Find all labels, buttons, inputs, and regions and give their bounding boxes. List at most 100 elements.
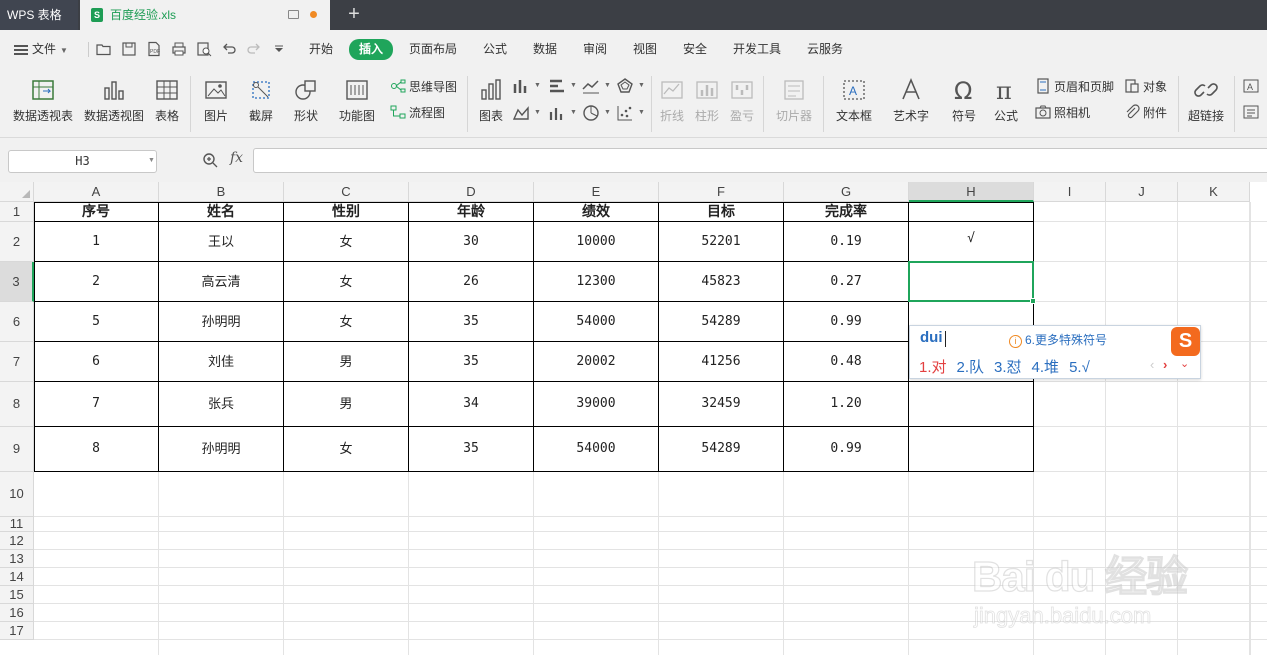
wordart-button[interactable]: 艺术字 [885, 76, 937, 126]
slicer-button[interactable]: 切片器 [772, 76, 816, 126]
active-cell-selection[interactable] [908, 261, 1034, 302]
table-cell[interactable]: 男 [284, 382, 409, 427]
row-header[interactable]: 1 [0, 202, 34, 222]
window-mode-icon[interactable] [288, 10, 299, 19]
menu-start[interactable]: 开始 [309, 30, 333, 68]
row-header[interactable]: 6 [0, 302, 34, 342]
column-header[interactable]: J [1106, 182, 1178, 202]
table-cell[interactable]: 男 [284, 342, 409, 382]
row-header[interactable]: 10 [0, 472, 34, 517]
column-header[interactable]: B [159, 182, 284, 202]
column-title-cell[interactable]: 年龄 [409, 202, 534, 222]
textbox-button[interactable]: A 文本框 [830, 76, 878, 126]
table-cell[interactable]: 12300 [534, 262, 659, 302]
table-cell[interactable]: 35 [409, 427, 534, 472]
table-cell[interactable]: 26 [409, 262, 534, 302]
menu-page-layout[interactable]: 页面布局 [409, 30, 457, 68]
row-header[interactable]: 9 [0, 427, 34, 472]
table-cell[interactable]: 6 [34, 342, 159, 382]
column-title-cell[interactable]: 完成率 [784, 202, 909, 222]
column-title-cell[interactable]: 目标 [659, 202, 784, 222]
table-cell[interactable]: 7 [34, 382, 159, 427]
spreadsheet-grid[interactable]: A B C D E F G H I J K 1 2 3 6 7 8 9 10 11 12 13 14 15 16 17 序号 姓名 性别… [0, 182, 1267, 655]
column-title-cell[interactable]: 性别 [284, 202, 409, 222]
line-chart-dropdown[interactable]: ▼ [582, 77, 618, 99]
table-cell[interactable]: 0.48 [784, 342, 909, 382]
menu-formulas[interactable]: 公式 [483, 30, 507, 68]
function-icon[interactable]: fx [230, 150, 243, 166]
print-preview-icon[interactable] [196, 41, 212, 57]
attachment-button[interactable]: 附件 [1124, 102, 1167, 124]
row-header[interactable]: 13 [0, 550, 34, 568]
pie-chart-dropdown[interactable]: ▼ [582, 104, 618, 126]
screenshot-button[interactable]: 截屏 [243, 76, 279, 126]
ime-candidate[interactable]: 1.对 [919, 356, 947, 377]
symbol-button[interactable]: Ω 符号 [944, 76, 984, 126]
ime-candidate[interactable]: 4.堆 [1032, 356, 1060, 377]
formula-button[interactable]: π 公式 [990, 76, 1022, 126]
column-header[interactable]: C [284, 182, 409, 202]
select-all-corner[interactable] [0, 182, 34, 202]
row-header[interactable]: 12 [0, 532, 34, 550]
list-small-icon[interactable] [1243, 102, 1262, 124]
column-header[interactable]: H [909, 182, 1034, 202]
sparkline-winloss-button[interactable]: 盈亏 [727, 76, 757, 126]
column-header[interactable]: A [34, 182, 159, 202]
table-cell[interactable]: 王以 [159, 222, 284, 262]
table-cell[interactable]: 34 [409, 382, 534, 427]
save-icon[interactable] [121, 41, 137, 57]
zoom-icon[interactable] [202, 152, 218, 168]
customize-toolbar-icon[interactable] [271, 41, 287, 57]
column-chart-dropdown[interactable]: ▼ [512, 77, 548, 99]
table-cell[interactable]: 54000 [534, 427, 659, 472]
table-cell[interactable]: 5 [34, 302, 159, 342]
textbox-small-icon[interactable]: A [1243, 76, 1262, 98]
pivot-table-button[interactable]: 数据透视表 [12, 76, 74, 126]
ime-candidate[interactable]: 5.√ [1069, 359, 1090, 376]
mind-map-button[interactable]: 思维导图 [390, 76, 457, 98]
table-cell[interactable]: 54000 [534, 302, 659, 342]
chevron-left-icon[interactable]: ‹ [1150, 357, 1154, 372]
app-tab[interactable]: WPS 表格 [0, 0, 78, 30]
table-cell[interactable]: 女 [284, 262, 409, 302]
ime-candidate[interactable]: 2.队 [957, 356, 985, 377]
table-cell[interactable]: 0.27 [784, 262, 909, 302]
picture-button[interactable]: 图片 [198, 76, 234, 126]
camera-button[interactable]: 照相机 [1035, 102, 1090, 124]
file-menu[interactable]: 文件 ▼ [14, 30, 68, 68]
chevron-right-icon[interactable]: › [1163, 357, 1167, 372]
chevron-down-icon[interactable]: ⌄ [1180, 357, 1189, 370]
redo-icon[interactable] [246, 41, 262, 57]
export-pdf-icon[interactable]: PDF [146, 41, 162, 57]
bar-chart-dropdown[interactable]: ▼ [548, 77, 584, 99]
flowchart-button[interactable]: 流程图 [390, 102, 445, 124]
column-header[interactable]: K [1178, 182, 1250, 202]
table-cell[interactable]: 女 [284, 222, 409, 262]
open-folder-icon[interactable] [96, 41, 112, 57]
menu-data[interactable]: 数据 [533, 30, 557, 68]
table-cell[interactable]: 10000 [534, 222, 659, 262]
area-chart-dropdown[interactable]: ▼ [512, 104, 548, 126]
row-header[interactable]: 7 [0, 342, 34, 382]
table-cell[interactable]: 39000 [534, 382, 659, 427]
document-tab[interactable]: S 百度经验.xls [80, 0, 330, 30]
column-title-cell[interactable]: 序号 [34, 202, 159, 222]
table-cell[interactable]: √ [909, 222, 1034, 262]
other-chart-dropdown[interactable]: ▼ [616, 77, 652, 99]
table-cell[interactable]: 54289 [659, 302, 784, 342]
column-header[interactable]: G [784, 182, 909, 202]
table-cell[interactable]: 35 [409, 342, 534, 382]
row-header[interactable]: 16 [0, 604, 34, 622]
fill-handle[interactable] [1030, 298, 1036, 304]
table-cell[interactable]: 女 [284, 302, 409, 342]
chevron-down-icon[interactable]: ▼ [148, 157, 155, 164]
row-header[interactable]: 14 [0, 568, 34, 586]
table-cell[interactable]: 0.19 [784, 222, 909, 262]
table-cell[interactable]: 45823 [659, 262, 784, 302]
table-cell[interactable]: 女 [284, 427, 409, 472]
pivot-chart-button[interactable]: 数据透视图 [83, 76, 145, 126]
row-header[interactable]: 17 [0, 622, 34, 640]
table-cell[interactable]: 52201 [659, 222, 784, 262]
column-header[interactable]: D [409, 182, 534, 202]
ime-candidate[interactable]: 3.怼 [994, 356, 1022, 377]
